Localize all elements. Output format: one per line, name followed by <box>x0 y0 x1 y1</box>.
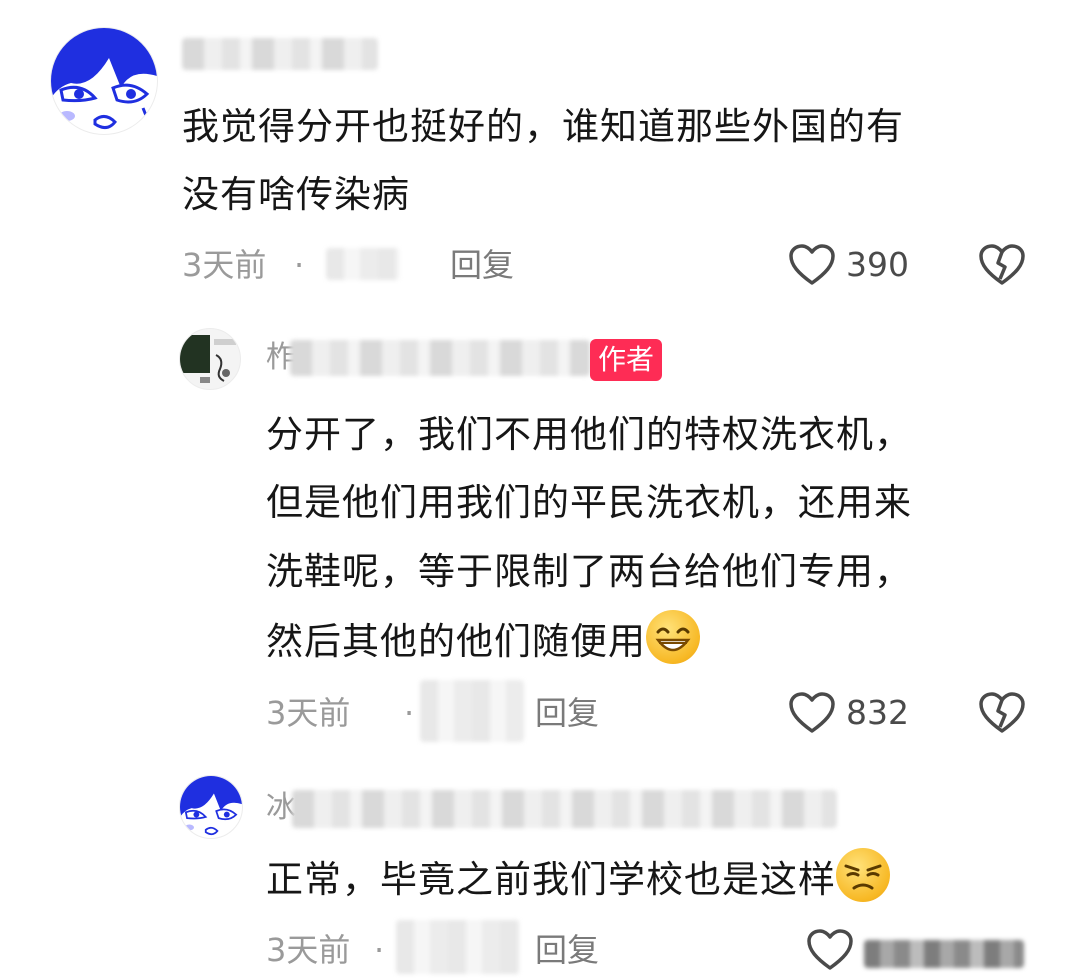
broken-heart-icon[interactable] <box>978 243 1026 287</box>
heart-outline-icon[interactable] <box>806 928 854 972</box>
commenter-avatar[interactable] <box>179 775 243 839</box>
unamused-emoji <box>836 848 890 902</box>
username-redacted[interactable] <box>182 38 378 70</box>
comment-text-line: 但是他们用我们的平民洗衣机，还用来 <box>266 481 912 524</box>
comment-text-line-with-emoji: 然后其他的他们随便用 <box>266 607 700 677</box>
like-count-redacted <box>864 940 1024 968</box>
commenter-avatar[interactable] <box>50 27 158 135</box>
location-redacted <box>396 920 520 974</box>
comment-time: 3天前 <box>266 694 351 732</box>
location-redacted <box>326 248 400 280</box>
reply-button[interactable]: 回复 <box>535 693 599 733</box>
meta-separator: · <box>374 931 385 969</box>
username-redacted[interactable] <box>290 340 590 376</box>
comment-text-line-with-emoji: 正常，毕竟之前我们学校也是这样 <box>266 845 890 915</box>
username-redacted[interactable] <box>292 790 837 828</box>
comment-text-line: 没有啥传染病 <box>182 173 410 216</box>
heart-outline-icon[interactable] <box>788 691 836 735</box>
author-badge: 作者 <box>590 339 663 381</box>
meta-separator: · <box>294 246 305 284</box>
grin-emoji <box>646 610 700 664</box>
location-redacted <box>420 680 524 742</box>
like-count: 832 <box>846 693 909 732</box>
reply-button[interactable]: 回复 <box>535 930 599 970</box>
comment-time: 3天前 <box>266 931 351 969</box>
comment-text-line: 分开了，我们不用他们的特权洗衣机， <box>266 413 912 456</box>
comment-text-line: 正常，毕竟之前我们学校也是这样 <box>266 858 836 901</box>
author-avatar[interactable] <box>179 328 241 390</box>
comment-time: 3天前 <box>182 246 267 284</box>
comment-text-line: 洗鞋呢，等于限制了两台给他们专用， <box>266 550 912 593</box>
meta-separator: · <box>404 694 415 732</box>
comment-text-line: 我觉得分开也挺好的，谁知道那些外国的有 <box>182 105 904 148</box>
reply-button[interactable]: 回复 <box>450 245 514 285</box>
like-count: 390 <box>846 245 909 284</box>
broken-heart-icon[interactable] <box>978 691 1026 735</box>
comment-text-line: 然后其他的他们随便用 <box>266 620 646 663</box>
heart-outline-icon[interactable] <box>788 243 836 287</box>
